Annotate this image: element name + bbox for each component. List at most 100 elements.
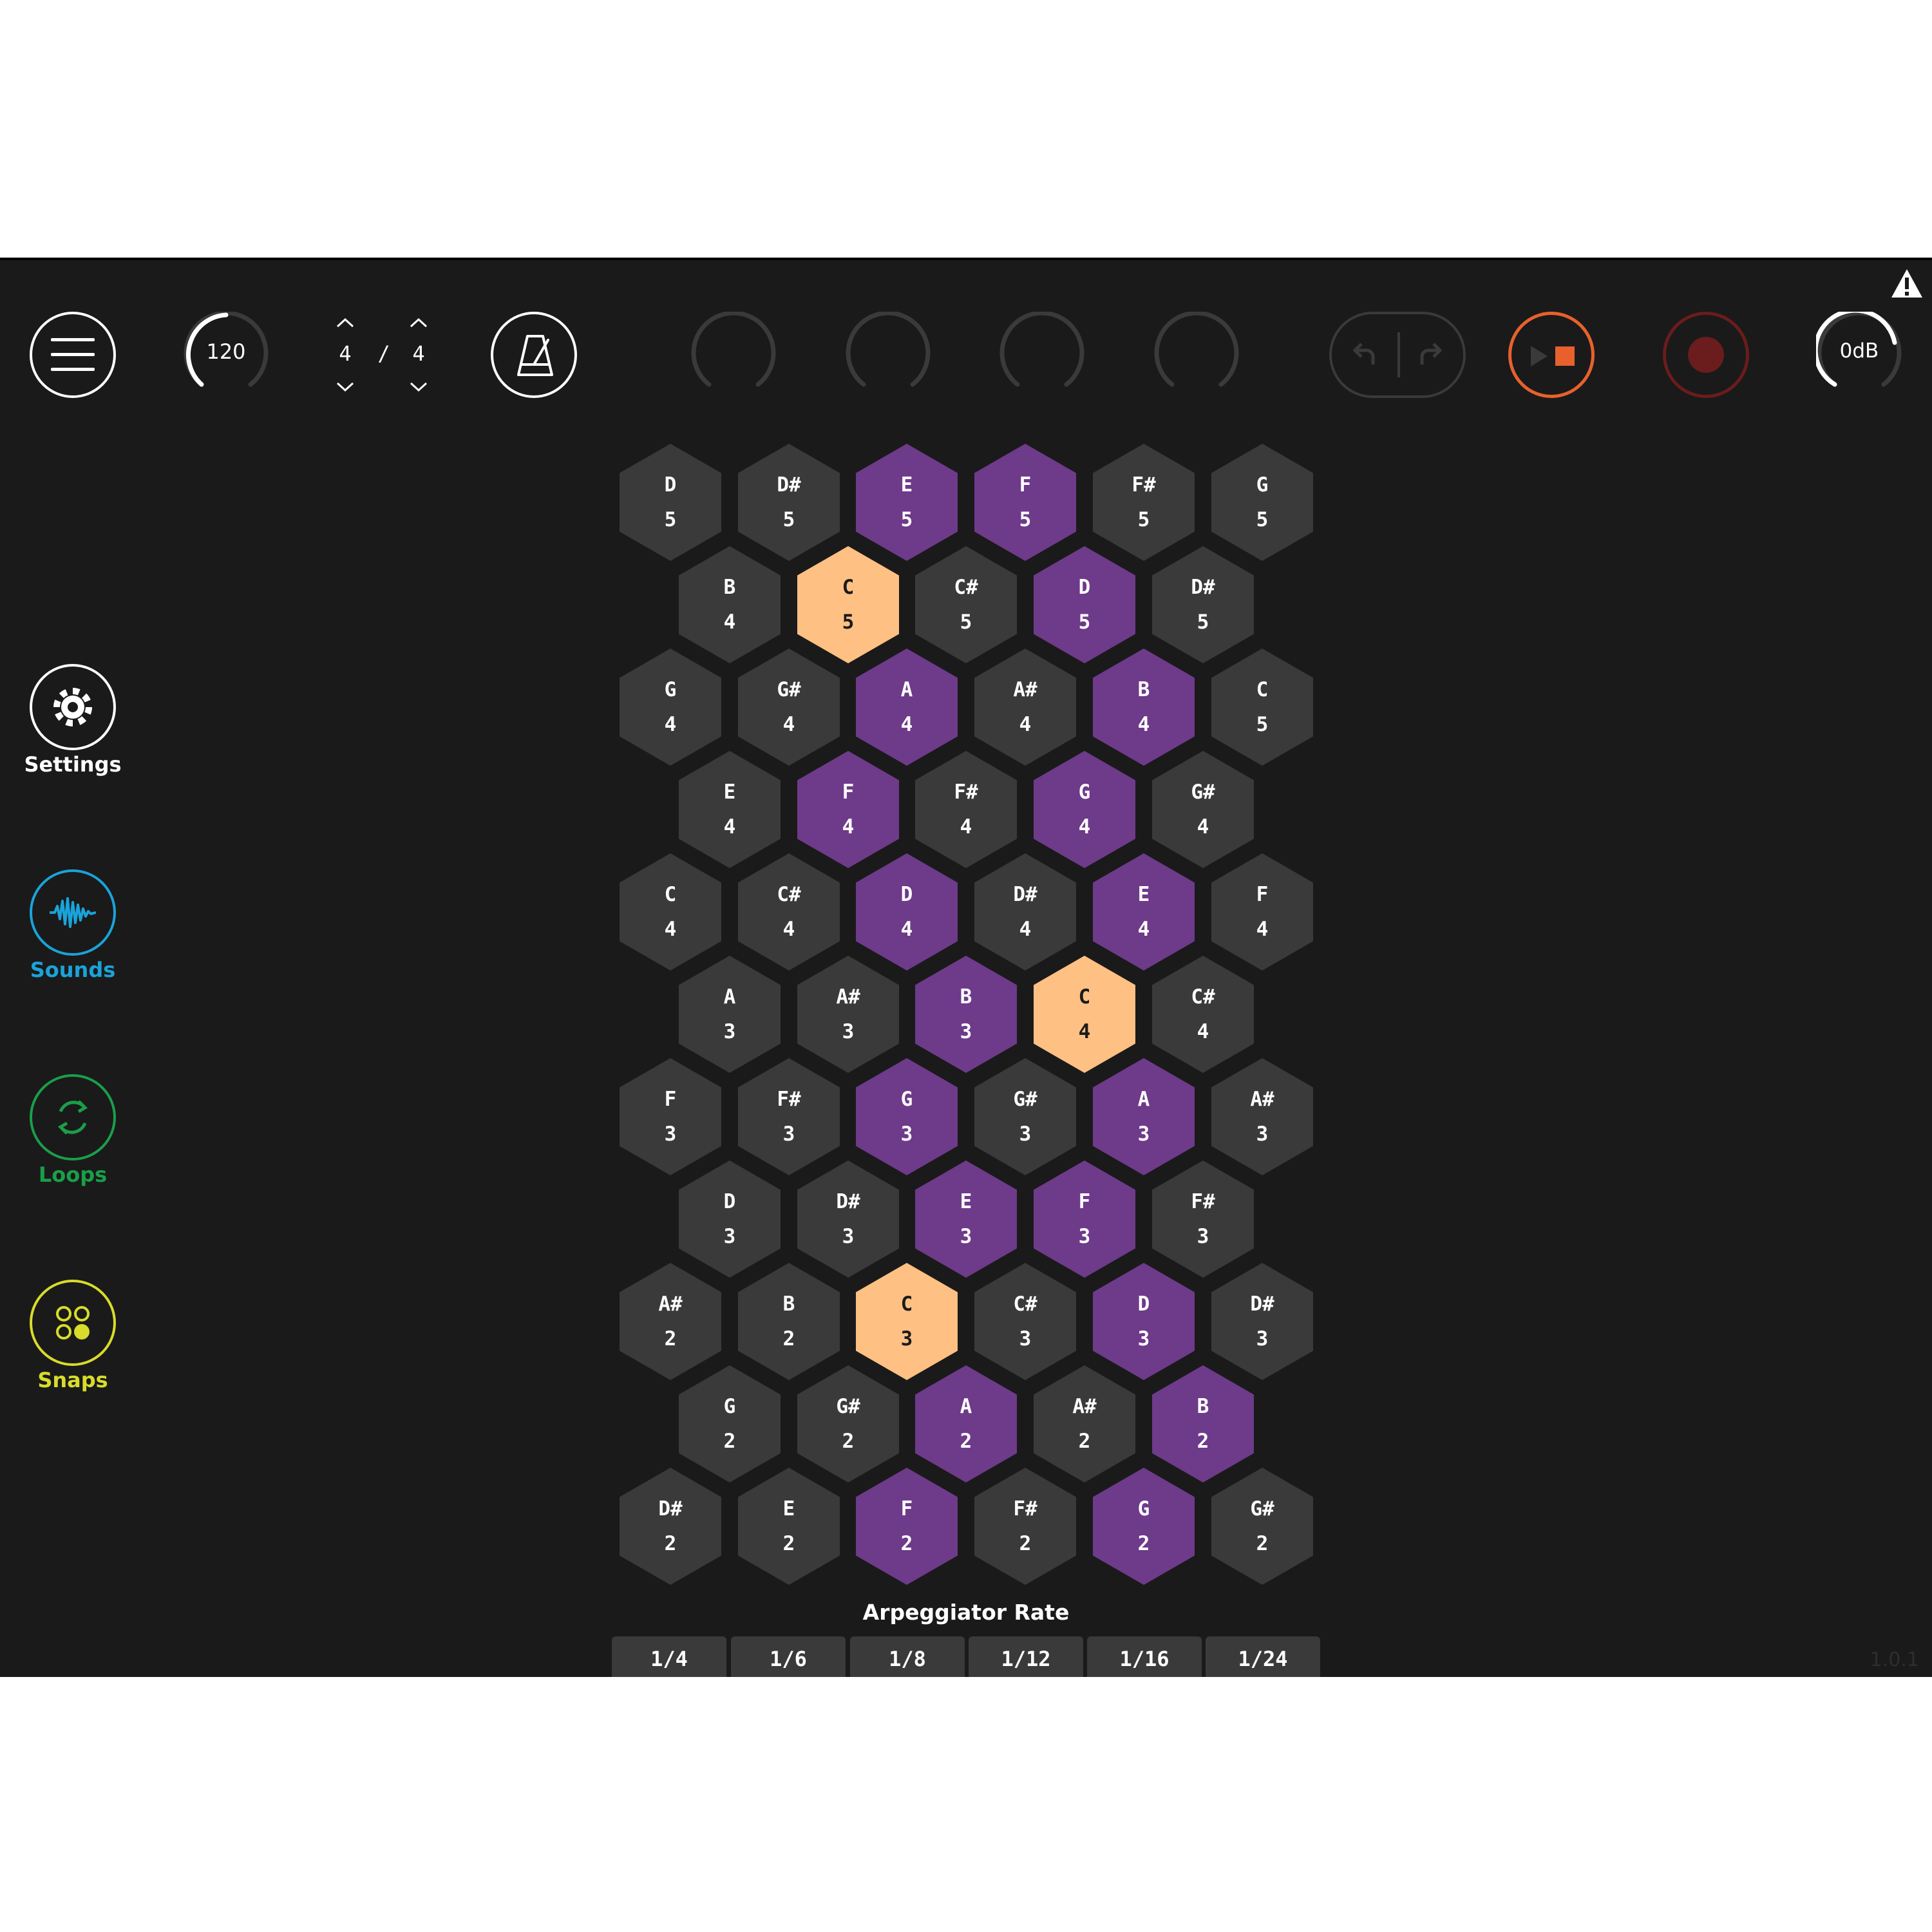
hex-key[interactable]: D# 2 <box>620 1468 721 1585</box>
note-octave: 2 <box>782 1327 795 1350</box>
hex-key[interactable]: C3 <box>856 1263 958 1380</box>
sounds-label[interactable]: Sounds <box>8 958 137 982</box>
hex-key[interactable]: B2 <box>738 1263 840 1380</box>
macro-knob-4[interactable] <box>1153 312 1240 398</box>
undo-icon[interactable] <box>1350 339 1382 371</box>
hex-key[interactable]: D# 4 <box>974 853 1076 971</box>
arpeggiator-rate-button[interactable]: 1/8 <box>850 1636 965 1677</box>
arpeggiator-rate-button[interactable]: 1/6 <box>731 1636 846 1677</box>
denominator-down-chevron-icon[interactable] <box>409 381 428 393</box>
hex-key[interactable]: F# 3 <box>738 1058 840 1175</box>
hex-key[interactable]: A3 <box>679 956 781 1073</box>
redo-icon[interactable] <box>1413 339 1445 371</box>
hex-key[interactable]: G5 <box>1211 444 1313 561</box>
hex-key[interactable]: A# 2 <box>620 1263 721 1380</box>
volume-knob[interactable]: 0dB <box>1816 312 1902 398</box>
snaps-button[interactable] <box>30 1280 116 1366</box>
hex-key[interactable]: A4 <box>856 649 958 766</box>
hex-key[interactable]: G# 3 <box>974 1058 1076 1175</box>
arpeggiator-rate-button[interactable]: 1/16 <box>1087 1636 1202 1677</box>
hex-key[interactable]: A# 3 <box>1211 1058 1313 1175</box>
hex-key[interactable]: G# 4 <box>738 649 840 766</box>
hex-key[interactable]: B2 <box>1152 1365 1254 1482</box>
numerator-up-chevron-icon[interactable] <box>336 317 355 328</box>
hex-key[interactable]: A# 2 <box>1034 1365 1135 1482</box>
hex-key[interactable]: F# 4 <box>915 751 1017 868</box>
tempo-knob[interactable]: 120 <box>183 312 269 398</box>
hex-key[interactable]: G4 <box>1034 751 1135 868</box>
time-signature: 4 / 4 <box>325 312 441 398</box>
play-stop-button[interactable] <box>1508 312 1595 398</box>
hex-key[interactable]: C# 5 <box>915 546 1017 663</box>
hex-key[interactable]: B3 <box>915 956 1017 1073</box>
hex-key[interactable]: F2 <box>856 1468 958 1585</box>
hex-key[interactable]: E2 <box>738 1468 840 1585</box>
hex-key[interactable]: F4 <box>1211 853 1313 971</box>
arpeggiator-rate-button[interactable]: 1/12 <box>969 1636 1083 1677</box>
hex-key[interactable]: F3 <box>1034 1160 1135 1278</box>
hex-key[interactable]: G2 <box>1093 1468 1195 1585</box>
hex-key[interactable]: E5 <box>856 444 958 561</box>
hex-key[interactable]: C# 4 <box>738 853 840 971</box>
settings-label[interactable]: Settings <box>8 752 137 777</box>
hex-key[interactable]: C# 3 <box>974 1263 1076 1380</box>
hex-key[interactable]: F3 <box>620 1058 721 1175</box>
hex-key[interactable]: D# 5 <box>1152 546 1254 663</box>
hex-key[interactable]: G# 4 <box>1152 751 1254 868</box>
hex-key[interactable]: D5 <box>1034 546 1135 663</box>
hex-key[interactable]: E4 <box>679 751 781 868</box>
record-icon <box>1688 337 1724 373</box>
snaps-label[interactable]: Snaps <box>8 1368 137 1392</box>
hex-key[interactable]: D4 <box>856 853 958 971</box>
hex-key[interactable]: C4 <box>1034 956 1135 1073</box>
arpeggiator-rate-button[interactable]: 1/4 <box>612 1636 726 1677</box>
arpeggiator-rate-button[interactable]: 1/24 <box>1206 1636 1320 1677</box>
note-name: G# <box>1250 1497 1274 1520</box>
hex-key[interactable]: C4 <box>620 853 721 971</box>
hex-key[interactable]: D3 <box>679 1160 781 1278</box>
hex-key[interactable]: B4 <box>679 546 781 663</box>
hex-key[interactable]: F# 5 <box>1093 444 1195 561</box>
hex-key[interactable]: D# 3 <box>1211 1263 1313 1380</box>
hex-key[interactable]: B4 <box>1093 649 1195 766</box>
numerator-down-chevron-icon[interactable] <box>336 381 355 393</box>
hex-key[interactable]: F# 3 <box>1152 1160 1254 1278</box>
hex-key[interactable]: D3 <box>1093 1263 1195 1380</box>
denominator-up-chevron-icon[interactable] <box>409 317 428 328</box>
menu-button[interactable] <box>30 312 116 398</box>
hex-key[interactable]: E3 <box>915 1160 1017 1278</box>
hex-key[interactable]: A2 <box>915 1365 1017 1482</box>
warning-icon[interactable] <box>1890 268 1924 299</box>
hex-key[interactable]: G# 2 <box>797 1365 899 1482</box>
hex-key[interactable]: G# 2 <box>1211 1468 1313 1585</box>
macro-knob-3[interactable] <box>999 312 1085 398</box>
hex-key[interactable]: G4 <box>620 649 721 766</box>
metronome-button[interactable] <box>491 312 577 398</box>
hex-key[interactable]: F5 <box>974 444 1076 561</box>
record-button[interactable] <box>1663 312 1749 398</box>
hex-key[interactable]: A# 3 <box>797 956 899 1073</box>
hex-key[interactable]: G3 <box>856 1058 958 1175</box>
loops-label[interactable]: Loops <box>8 1162 137 1187</box>
hex-key[interactable]: A# 4 <box>974 649 1076 766</box>
macro-knob-2[interactable] <box>845 312 931 398</box>
hex-key[interactable]: A3 <box>1093 1058 1195 1175</box>
hex-key[interactable]: F4 <box>797 751 899 868</box>
note-octave: 4 <box>842 815 855 838</box>
note-octave: 3 <box>1256 1122 1269 1146</box>
loops-button[interactable] <box>30 1074 116 1160</box>
hex-key[interactable]: C# 4 <box>1152 956 1254 1073</box>
hex-key[interactable]: E4 <box>1093 853 1195 971</box>
hex-key[interactable]: C5 <box>797 546 899 663</box>
settings-button[interactable] <box>30 664 116 750</box>
hex-key[interactable]: D5 <box>620 444 721 561</box>
macro-knob-1[interactable] <box>690 312 777 398</box>
hex-key[interactable]: D# 5 <box>738 444 840 561</box>
sounds-button[interactable] <box>30 869 116 956</box>
denominator-value[interactable]: 4 <box>402 341 435 366</box>
hex-key[interactable]: F# 2 <box>974 1468 1076 1585</box>
hex-key[interactable]: D# 3 <box>797 1160 899 1278</box>
hex-key[interactable]: C5 <box>1211 649 1313 766</box>
hex-key[interactable]: G2 <box>679 1365 781 1482</box>
numerator-value[interactable]: 4 <box>329 341 361 366</box>
